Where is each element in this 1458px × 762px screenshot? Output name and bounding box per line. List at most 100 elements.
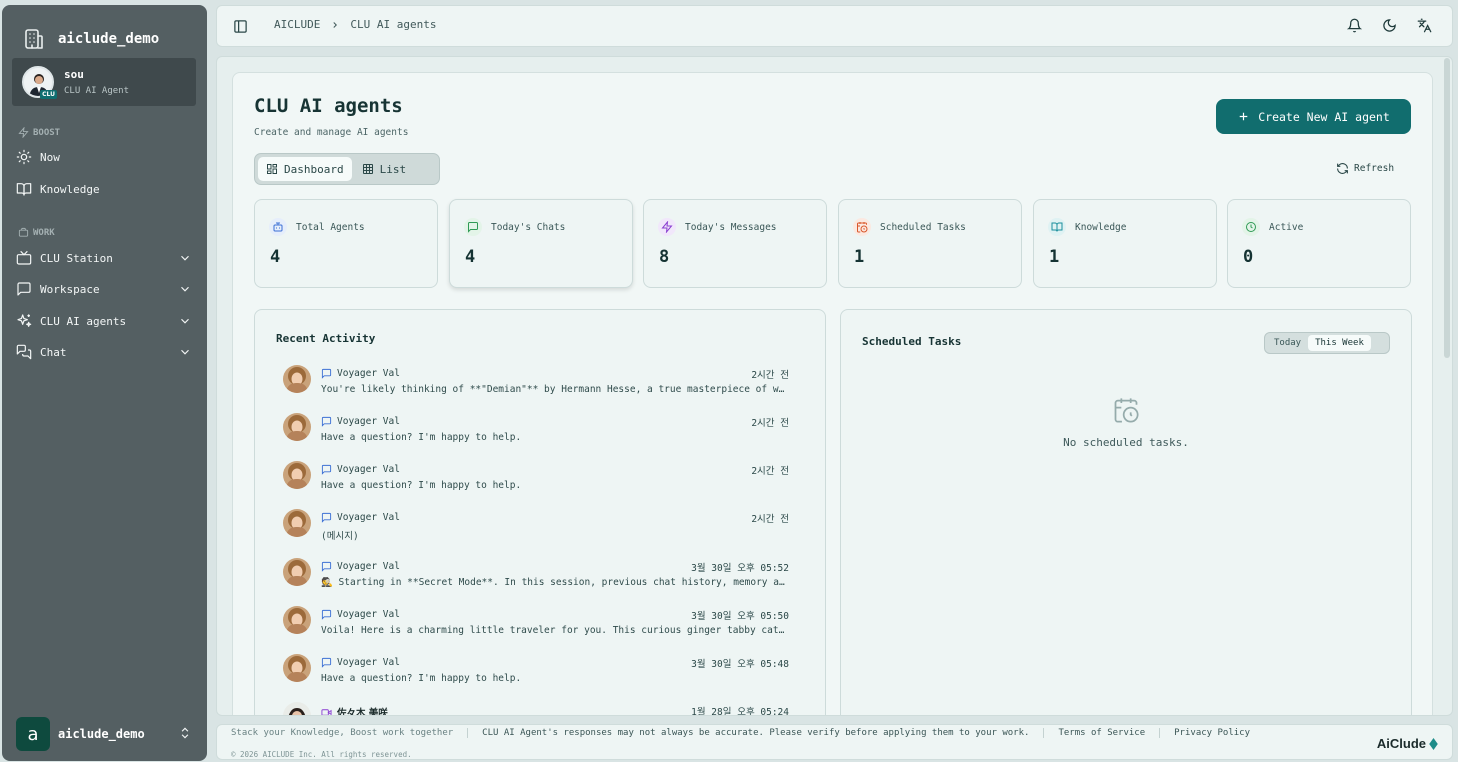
activity-time: 3월 30일 오후 05:52 <box>691 563 789 574</box>
view-toggle: Dashboard List <box>254 153 440 185</box>
breadcrumb-root[interactable]: AICLUDE <box>274 18 320 31</box>
stat-card-todays-chats[interactable]: Today's Chats 4 <box>449 199 633 288</box>
view-dashboard-button[interactable]: Dashboard <box>258 157 352 181</box>
footer-disclaimer: CLU AI Agent's responses may not always … <box>482 728 1030 738</box>
main-area: CLU AI agents Create and manage AI agent… <box>216 56 1453 716</box>
sidebar-toggle-icon[interactable] <box>233 19 248 34</box>
activity-item[interactable]: Voyager Val 3월 30일 오후 05:52 🕵 Starting in … <box>283 555 789 599</box>
tab-this-week[interactable]: This Week <box>1308 335 1371 351</box>
tab-today[interactable]: Today <box>1267 335 1308 351</box>
activity-message: 🕵 Starting in **Secret Mode**. In this s… <box>321 577 789 588</box>
activity-time: 2시간 전 <box>751 514 789 525</box>
building-icon <box>25 29 43 49</box>
activity-time: 1월 28일 오후 05:24 <box>691 707 789 716</box>
stat-card-knowledge[interactable]: Knowledge 1 <box>1033 199 1217 288</box>
activity-item[interactable]: Voyager Val 2시간 전 (메시지) <box>283 506 789 550</box>
scheduled-tasks-title: Scheduled Tasks <box>862 335 962 348</box>
avatar <box>283 461 311 489</box>
refresh-icon <box>1337 163 1348 174</box>
stat-card-todays-messages[interactable]: Today's Messages 8 <box>643 199 827 288</box>
activity-time: 3월 30일 오후 05:48 <box>691 659 789 670</box>
activity-item[interactable]: Voyager Val 3월 30일 오후 05:48 Have a questio… <box>283 651 789 695</box>
bell-icon[interactable] <box>1347 18 1362 33</box>
stat-value: 4 <box>270 247 281 267</box>
stat-value: 8 <box>659 247 670 267</box>
sidebar: aiclude_demo CLU sou CLU AI Agent BOOST <box>2 5 207 761</box>
nav-item-clu-ai-agents[interactable]: CLU AI agents <box>16 310 196 332</box>
divider <box>1043 728 1045 738</box>
user-card[interactable]: CLU sou CLU AI Agent <box>12 58 196 106</box>
activity-time: 2시간 전 <box>751 418 789 429</box>
section-label-work: WORK <box>18 227 55 238</box>
stat-value: 1 <box>854 247 865 267</box>
zap-icon <box>18 127 29 138</box>
page-subtitle: Create and manage AI agents <box>254 127 409 138</box>
nav-item-knowledge[interactable]: Knowledge <box>16 178 196 200</box>
activity-agent-name: 佐々木 美咲 <box>337 708 388 716</box>
nav-item-now[interactable]: Now <box>16 146 196 168</box>
moon-icon[interactable] <box>1382 18 1397 33</box>
activity-agent-name: Voyager Val <box>337 512 400 523</box>
message-square-icon <box>17 282 31 296</box>
activity-item[interactable]: Voyager Val 2시간 전 Have a question? I'm hap… <box>283 458 789 502</box>
workspace-switcher[interactable]: a aiclude_demo <box>16 716 196 752</box>
stat-card-scheduled-tasks[interactable]: Scheduled Tasks 1 <box>838 199 1022 288</box>
calendar-clock-icon <box>853 218 871 236</box>
message-square-icon <box>321 561 332 572</box>
avatar <box>283 365 311 393</box>
stat-card-total-agents[interactable]: Total Agents 4 <box>254 199 438 288</box>
copyright: © 2026 AICLUDE Inc. All rights reserved. <box>231 750 412 759</box>
workspace-avatar: a <box>16 717 50 751</box>
message-square-icon <box>321 464 332 475</box>
stat-value: 4 <box>465 247 476 267</box>
activity-item[interactable]: Voyager Val 2시간 전 You're likely thinking o… <box>283 362 789 406</box>
activity-time: 2시간 전 <box>751 370 789 381</box>
chevron-down-icon[interactable] <box>178 345 192 359</box>
terms-link[interactable]: Terms of Service <box>1058 728 1145 738</box>
privacy-link[interactable]: Privacy Policy <box>1174 728 1250 738</box>
recent-activity-title: Recent Activity <box>276 332 376 345</box>
activity-time: 2시간 전 <box>751 466 789 477</box>
calendar-clock-icon <box>1114 398 1139 423</box>
divider <box>1159 728 1161 738</box>
scheduled-tasks-panel: Scheduled Tasks Today This Week No sched… <box>840 309 1412 715</box>
chevron-down-icon[interactable] <box>178 251 192 265</box>
zap-icon <box>658 218 676 236</box>
divider <box>467 728 469 738</box>
chevron-down-icon[interactable] <box>178 314 192 328</box>
user-role: CLU AI Agent <box>64 86 130 96</box>
create-agent-button[interactable]: Create New AI agent <box>1216 99 1411 134</box>
tv-icon <box>16 250 32 265</box>
view-list-button[interactable]: List <box>354 157 415 181</box>
activity-message: Have a question? I'm happy to help. <box>321 673 522 684</box>
layout-dashboard-icon <box>267 164 277 174</box>
recent-activity-panel: Recent Activity Voyager Val 2시간 전 You're l… <box>254 309 826 716</box>
brand[interactable]: aiclude_demo <box>22 27 159 51</box>
message-square-icon <box>464 218 482 236</box>
activity-item[interactable]: Voyager Val 2시간 전 Have a question? I'm hap… <box>283 410 789 454</box>
stat-card-active[interactable]: Active 0 <box>1227 199 1411 288</box>
stat-value: 1 <box>1049 247 1060 267</box>
book-icon <box>1048 218 1066 236</box>
footer-logo: AiClude <box>1377 736 1438 751</box>
activity-item[interactable]: Voyager Val 3월 30일 오후 05:50 Voila! Here is… <box>283 603 789 647</box>
activity-message: Have a question? I'm happy to help. <box>321 432 522 443</box>
chevron-down-icon[interactable] <box>178 282 192 296</box>
nav-item-chat[interactable]: Chat <box>16 341 196 363</box>
section-label-boost: BOOST <box>18 127 60 138</box>
bot-icon <box>269 218 287 236</box>
stat-value: 0 <box>1243 247 1254 267</box>
clock-icon <box>1242 218 1260 236</box>
nav-item-clu-station[interactable]: CLU Station <box>16 247 196 269</box>
refresh-button[interactable]: Refresh <box>1336 162 1394 175</box>
scrollbar[interactable] <box>1444 58 1450 358</box>
translate-icon[interactable] <box>1417 18 1432 33</box>
video-icon <box>321 708 332 715</box>
message-square-icon <box>321 416 332 427</box>
nav-item-workspace[interactable]: Workspace <box>16 278 196 300</box>
user-name: sou <box>64 68 84 81</box>
empty-state: No scheduled tasks. <box>841 396 1411 449</box>
activity-message: You're likely thinking of **"Demian"** b… <box>321 384 789 395</box>
activity-item[interactable]: 佐々木 美咲 1월 28일 오후 05:24 <box>283 699 789 716</box>
message-square-icon <box>321 368 332 379</box>
